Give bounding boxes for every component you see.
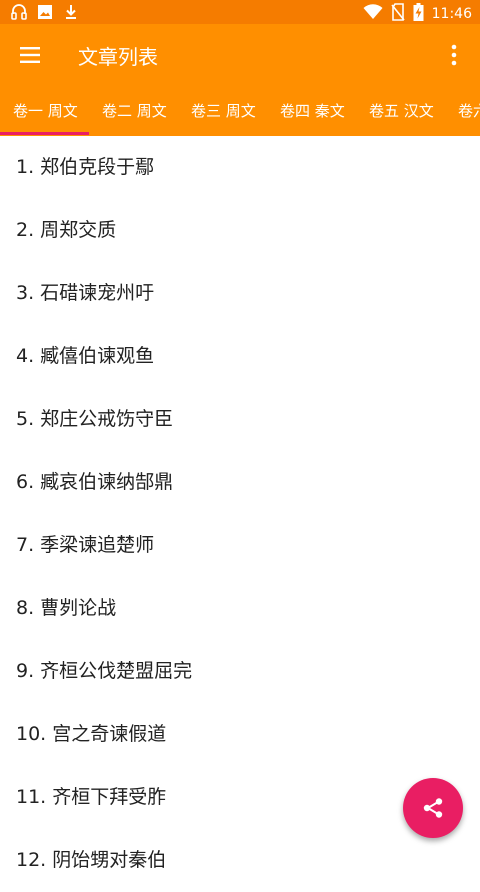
tab-volume-1[interactable]: 卷一 周文 (13, 86, 78, 136)
hamburger-menu-icon (20, 47, 40, 63)
list-item[interactable]: 6. 臧哀伯谏纳郜鼎 (0, 451, 480, 514)
wifi-icon (363, 4, 383, 24)
status-bar: 11:46 (0, 0, 480, 24)
no-sim-icon (391, 3, 405, 25)
more-vert-icon (451, 44, 457, 66)
share-button[interactable] (403, 778, 463, 838)
list-item[interactable]: 1. 郑伯克段于鄢 (0, 136, 480, 199)
selected-tab-indicator (0, 132, 89, 135)
tab-volume-5[interactable]: 卷五 汉文 (369, 86, 434, 136)
menu-button[interactable] (18, 43, 42, 67)
list-item[interactable]: 3. 石碏谏宠州吁 (0, 262, 480, 325)
tab-volume-3[interactable]: 卷三 周文 (191, 86, 256, 136)
list-item[interactable]: 12. 阴饴甥对秦伯 (0, 829, 480, 892)
share-icon (423, 798, 443, 818)
tab-volume-2[interactable]: 卷二 周文 (102, 86, 167, 136)
list-item[interactable]: 8. 曹刿论战 (0, 577, 480, 640)
list-item[interactable]: 5. 郑庄公戒饬守臣 (0, 388, 480, 451)
battery-charging-icon (413, 3, 424, 25)
list-item[interactable]: 2. 周郑交质 (0, 199, 480, 262)
list-item[interactable]: 10. 宫之奇谏假道 (0, 703, 480, 766)
status-time: 11:46 (431, 6, 472, 22)
app-toolbar: 文章列表 (0, 24, 480, 86)
image-icon (36, 3, 54, 25)
tab-volume-6[interactable]: 卷六 (458, 86, 480, 136)
article-list: 1. 郑伯克段于鄢 2. 周郑交质 3. 石碏谏宠州吁 4. 臧僖伯谏观鱼 5.… (0, 136, 480, 892)
list-item[interactable]: 7. 季梁谏追楚师 (0, 514, 480, 577)
list-item[interactable]: 4. 臧僖伯谏观鱼 (0, 325, 480, 388)
volume-tabs: 卷一 周文 卷二 周文 卷三 周文 卷四 秦文 卷五 汉文 卷六 (0, 86, 480, 136)
more-options-button[interactable] (442, 42, 466, 68)
list-item[interactable]: 9. 齐桓公伐楚盟屈完 (0, 640, 480, 703)
download-icon (62, 3, 80, 25)
headset-icon (10, 3, 28, 25)
page-title: 文章列表 (78, 45, 158, 69)
tab-volume-4[interactable]: 卷四 秦文 (280, 86, 345, 136)
